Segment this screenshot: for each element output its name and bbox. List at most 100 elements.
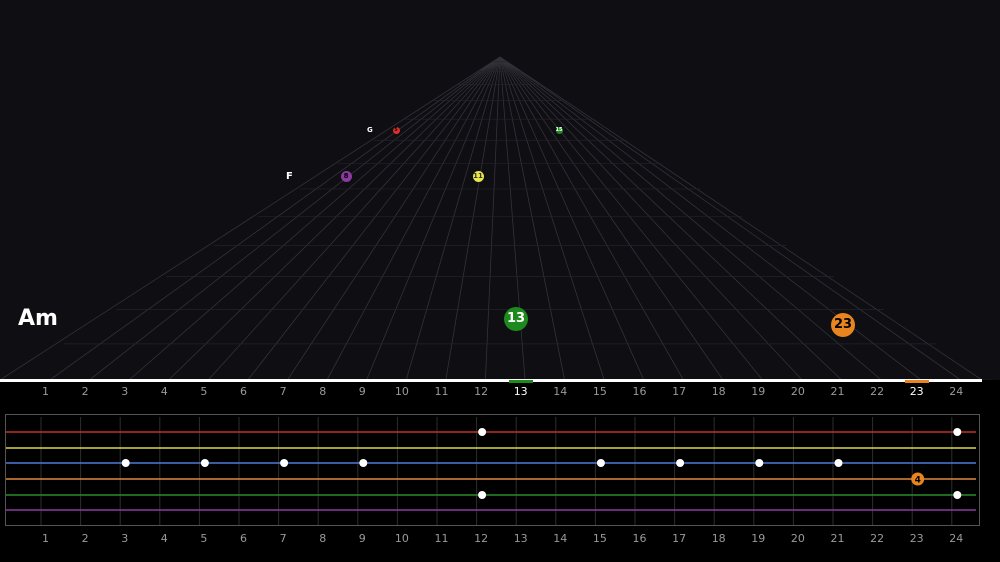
fret-dot: [121, 459, 130, 467]
fretboard-fret-number: 6: [240, 532, 247, 545]
highway-fret-number: 17: [672, 385, 687, 398]
lane-line: [499, 56, 565, 380]
fretboard-fret-number: 20: [790, 532, 805, 545]
lane-line: [287, 56, 501, 380]
lane-line: [499, 56, 922, 380]
fretboard-note-label: 4: [915, 476, 921, 486]
lane-line: [405, 56, 501, 380]
highway-note: 13: [504, 307, 528, 331]
highway-fret-number: 6: [240, 385, 247, 398]
highway-fret-number: 15: [592, 385, 607, 398]
highway-fret-number: 9: [358, 385, 366, 398]
highway-fret-number: 12: [474, 385, 489, 398]
fretboard: 4: [5, 414, 980, 526]
highway-string-letter: G: [367, 126, 373, 134]
lane-line: [499, 56, 724, 380]
fretboard-fret-number: 11: [434, 532, 449, 545]
lane-line: [366, 56, 501, 380]
highway-fret-number: 19: [751, 385, 766, 398]
highway-fret-number: 11: [434, 385, 449, 398]
fret-dot: [478, 428, 487, 436]
lane-line: [485, 56, 501, 380]
fretboard-fret-number: 24: [949, 532, 964, 545]
fretboard-fret-number: 17: [672, 532, 687, 545]
fret-dot: [953, 491, 962, 499]
highway-fret-number: 3: [121, 385, 129, 398]
highway-fret-number: 22: [870, 385, 885, 398]
highway-note: 8: [340, 170, 352, 182]
fret-dot: [755, 459, 764, 467]
fretboard-fret-number: 19: [751, 532, 766, 545]
highway-fret-number: 5: [200, 385, 208, 398]
chord-name: Am: [18, 306, 58, 331]
fret-dot: [834, 459, 843, 467]
active-fret-marker: [904, 380, 929, 383]
lane-line: [445, 56, 501, 380]
fret-dot: [478, 491, 487, 499]
fret-dot: [953, 428, 962, 436]
lane-line: [128, 56, 501, 380]
fret-dot: [200, 459, 209, 467]
active-fret-marker: [508, 380, 533, 383]
highway-fret-number: 2: [81, 385, 89, 398]
fretboard-fret-number: 10: [394, 532, 409, 545]
highway-fret-numbers: 1 2 3 4 5 6 7 8 9 10 11 12 13 14 15 16 17 18 19 20 21 22 23 24: [0, 384, 1000, 400]
lane-line: [499, 56, 843, 380]
highway-fret-number: 24: [949, 385, 964, 398]
highway-string-letter: F: [286, 171, 293, 182]
strike-line: [0, 379, 982, 382]
highway-fret-number: 16: [632, 385, 647, 398]
lane-line: [326, 56, 501, 380]
fretboard-fret-number: 22: [870, 532, 885, 545]
highway-fret-number: 23: [909, 385, 924, 398]
highway-fret-number: 4: [160, 385, 168, 398]
lane-line: [499, 56, 961, 380]
highway-fret-number: 18: [711, 385, 726, 398]
highway-note: 11: [472, 170, 484, 182]
fretboard-fret-number: 18: [711, 532, 726, 545]
lane-line: [0, 56, 501, 380]
fretboard-fret-number: 7: [279, 532, 287, 545]
highway-note: 5: [392, 126, 400, 134]
highway-fret-number: 20: [790, 385, 805, 398]
highway-fret-number: 21: [830, 385, 845, 398]
fretboard-fret-number: 23: [909, 532, 924, 545]
highway-fret-number: 8: [319, 385, 327, 398]
fretboard-fret-number: 5: [200, 532, 208, 545]
fretboard-fret-number: 2: [81, 532, 89, 545]
lane-line: [168, 56, 501, 380]
fretboard-fret-number: 15: [592, 532, 607, 545]
fretboard-fret-number: 16: [632, 532, 647, 545]
fret-dot: [676, 459, 685, 467]
lane-line: [499, 56, 882, 380]
fret-dot: [280, 459, 289, 467]
highway-fret-number: 13: [513, 385, 528, 398]
lane-line: [207, 56, 501, 380]
fretboard-fret-number: 12: [474, 532, 489, 545]
lane-line: [499, 56, 684, 380]
fretboard-fret-number: 1: [42, 532, 49, 545]
fret-dot: [596, 459, 605, 467]
highway-fret-number: 14: [553, 385, 568, 398]
highway-fret-number: 10: [394, 385, 409, 398]
lane-line: [499, 56, 605, 380]
lane-line: [89, 56, 501, 380]
highway-note: 23: [831, 313, 855, 337]
fretboard-fret-number: 4: [160, 532, 168, 545]
highway-fret-number: 1: [42, 385, 49, 398]
fretboard-grid: 4: [6, 417, 976, 525]
fretboard-fret-number: 9: [358, 532, 366, 545]
fretboard-fret-numbers: 1 2 3 4 5 6 7 8 9 10 11 12 13 14 15 16 17 18 19 20 21 22 23 24: [0, 531, 1000, 547]
lane-line: [499, 56, 803, 380]
fretboard-fret-number: 8: [319, 532, 327, 545]
lane-line: [49, 56, 501, 380]
highway-fret-number: 7: [279, 385, 287, 398]
lane-line: [499, 56, 763, 380]
lane-line: [247, 56, 501, 380]
fretboard-fret-number: 21: [830, 532, 845, 545]
fret-dot: [359, 459, 368, 467]
fretboard-note: 4: [911, 472, 925, 486]
highway-note: 15: [555, 126, 563, 134]
fretboard-fret-number: 13: [513, 532, 528, 545]
fretboard-fret-number: 3: [121, 532, 129, 545]
